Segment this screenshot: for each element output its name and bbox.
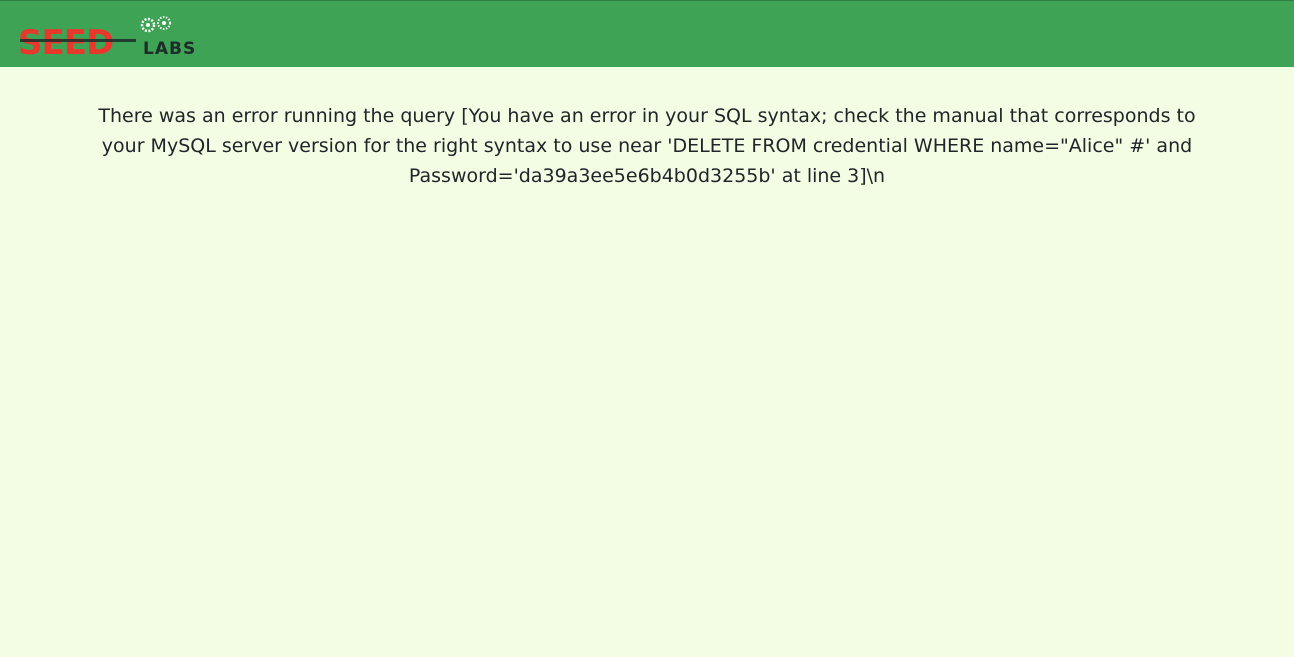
main-content: There was an error running the query [Yo… [0, 101, 1294, 191]
top-navbar: SEED LABS [0, 0, 1294, 67]
logo-stripe [20, 39, 136, 42]
seed-labs-logo-graphic: SEED LABS [18, 16, 196, 58]
sql-error-message: There was an error running the query [Yo… [98, 105, 1196, 187]
logo-word-labs: LABS [143, 39, 196, 58]
gears-icon [140, 16, 171, 33]
seed-labs-logo[interactable]: SEED LABS [18, 14, 218, 58]
